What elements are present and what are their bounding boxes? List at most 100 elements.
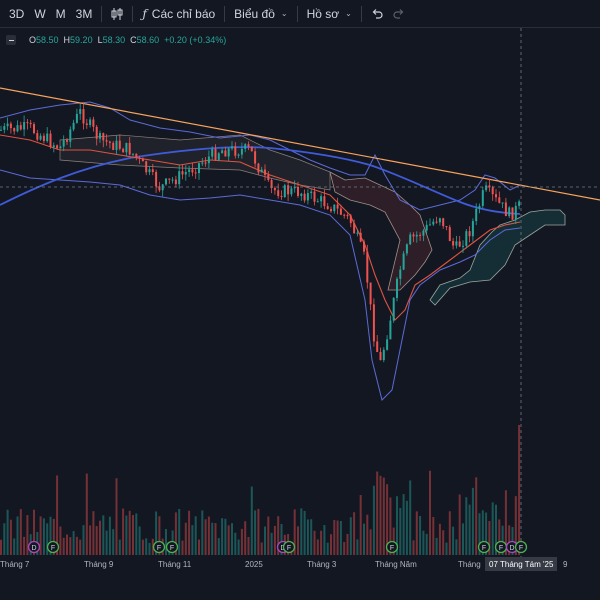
candle-body	[9, 123, 12, 129]
candle-body	[372, 304, 375, 342]
price-chart[interactable]: DFFFDFFFFDF	[0, 28, 600, 560]
candle-body	[432, 221, 435, 225]
volume-bar	[69, 537, 72, 555]
volume-bar	[125, 515, 128, 555]
volume-bar	[128, 510, 131, 555]
candle-body	[36, 133, 39, 140]
financial-event-marker[interactable]: F	[165, 540, 179, 554]
event-marker-letter: F	[519, 545, 523, 552]
volume-bar	[194, 516, 197, 555]
cloud-area-green	[429, 209, 566, 306]
candle-body	[392, 297, 395, 321]
time-axis-label: 9	[563, 560, 568, 569]
candle-body	[29, 122, 32, 125]
candle-body	[478, 205, 481, 209]
volume-bar	[75, 536, 78, 555]
candles-chart-type-icon[interactable]	[106, 3, 128, 25]
candle-body	[306, 193, 309, 201]
interval-3m-button[interactable]: 3M	[71, 3, 98, 25]
candle-body	[399, 269, 402, 279]
volume-bar	[89, 525, 92, 555]
volume-bar	[99, 520, 101, 555]
financial-event-marker[interactable]: F	[494, 540, 508, 554]
volume-bar	[9, 519, 12, 555]
candle-body	[168, 178, 171, 180]
volume-bar	[409, 480, 412, 555]
volume-bar	[122, 508, 125, 555]
volume-bar	[264, 526, 266, 555]
candle-body	[227, 148, 230, 157]
volume-bar	[23, 536, 26, 555]
volume-bar	[442, 530, 445, 555]
volume-bar	[0, 539, 2, 555]
time-axis-label: Tháng 9	[84, 560, 114, 569]
candle-body	[247, 144, 250, 147]
candle-body	[118, 140, 121, 149]
volume-bar	[422, 530, 425, 555]
dividend-event-marker[interactable]: D	[27, 540, 41, 554]
toolbar-divider	[101, 5, 103, 22]
candle-body	[366, 251, 369, 283]
profile-button[interactable]: Hồ sơ ⌄	[302, 3, 357, 25]
candle-body	[300, 193, 303, 196]
volume-bar	[198, 539, 200, 555]
interval-m-button[interactable]: M	[51, 3, 71, 25]
event-marker-letter: F	[287, 545, 291, 552]
candle-body	[194, 172, 197, 174]
volume-bar	[376, 471, 379, 555]
interval-3d-button[interactable]: 3D	[4, 3, 29, 25]
volume-bar	[429, 470, 431, 555]
candle-body	[204, 162, 207, 164]
candle-body	[323, 196, 326, 207]
candle-body	[52, 145, 55, 148]
volume-bar	[26, 515, 29, 555]
volume-bar	[148, 542, 151, 555]
volume-bar	[475, 477, 478, 555]
financial-event-marker[interactable]: F	[477, 540, 491, 554]
candle-body	[455, 241, 458, 246]
financial-event-marker[interactable]: F	[152, 540, 166, 554]
volume-bar	[372, 485, 375, 555]
financial-event-marker[interactable]: F	[385, 540, 399, 554]
candle-body	[6, 123, 9, 127]
volume-bar	[273, 525, 276, 555]
volume-bar	[491, 502, 494, 555]
volume-bar	[79, 539, 82, 555]
event-marker-letter: D	[509, 545, 514, 552]
candle-body	[224, 150, 227, 157]
financial-event-marker[interactable]: F	[282, 540, 296, 554]
financial-event-marker[interactable]: F	[46, 540, 60, 554]
candle-body	[267, 174, 270, 181]
candle-body	[108, 141, 111, 143]
volume-bar	[399, 507, 402, 555]
indicators-button[interactable]: ƒ Các chỉ báo	[137, 3, 220, 25]
candle-body	[303, 193, 306, 201]
candle-body	[498, 197, 501, 203]
chart-layout-button[interactable]: Biểu đồ ⌄	[229, 3, 292, 25]
volume-bar	[349, 517, 352, 555]
volume-bar	[234, 532, 237, 555]
candle-body	[468, 231, 471, 237]
volume-bar	[66, 534, 68, 555]
volume-bar	[188, 510, 191, 555]
candle-body	[310, 191, 313, 194]
candle-body	[132, 153, 134, 155]
redo-icon[interactable]	[388, 3, 410, 25]
candle-body	[386, 339, 389, 350]
candle-body	[297, 186, 299, 196]
candle-body	[188, 169, 191, 172]
candle-body	[257, 163, 260, 173]
volume-bar	[471, 487, 474, 555]
financial-event-marker[interactable]: F	[514, 540, 528, 554]
undo-icon[interactable]	[366, 3, 388, 25]
profile-label: Hồ sơ	[306, 6, 340, 21]
interval-w-button[interactable]: W	[29, 3, 50, 25]
volume-bar	[42, 518, 45, 555]
candle-body	[290, 188, 293, 195]
volume-bar	[343, 542, 346, 555]
candle-body	[471, 221, 474, 237]
volume-bar	[452, 526, 455, 555]
volume-bar	[346, 533, 349, 555]
volume-bar	[105, 530, 108, 555]
volume-bar	[356, 539, 359, 555]
